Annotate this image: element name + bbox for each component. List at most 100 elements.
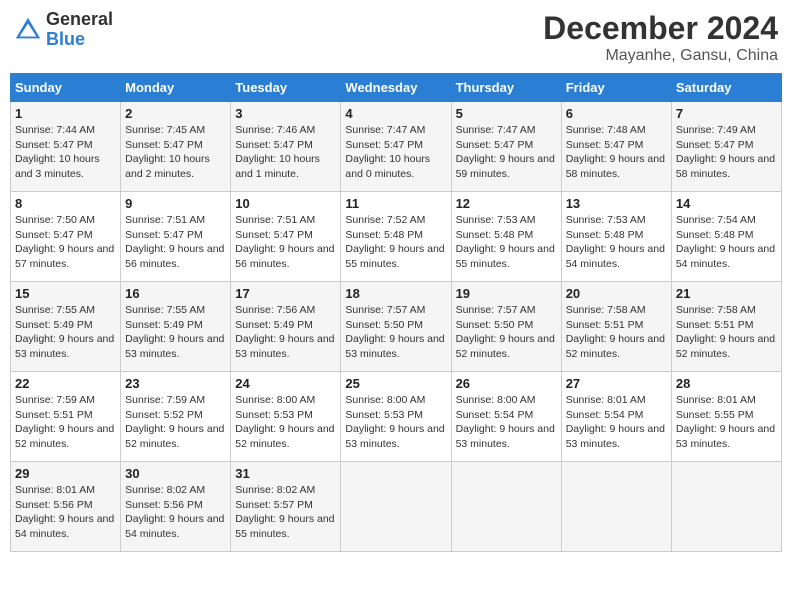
calendar-week-row: 1 Sunrise: 7:44 AM Sunset: 5:47 PM Dayli… [11,102,782,192]
table-row: 14 Sunrise: 7:54 AM Sunset: 5:48 PM Dayl… [671,192,781,282]
table-row: 9 Sunrise: 7:51 AM Sunset: 5:47 PM Dayli… [121,192,231,282]
day-info: Sunrise: 8:01 AM Sunset: 5:56 PM Dayligh… [15,483,116,542]
day-number: 21 [676,286,777,301]
day-info: Sunrise: 7:49 AM Sunset: 5:47 PM Dayligh… [676,123,777,182]
logo-general: General [46,10,113,30]
day-number: 6 [566,106,667,121]
table-row: 25 Sunrise: 8:00 AM Sunset: 5:53 PM Dayl… [341,372,451,462]
day-number: 31 [235,466,336,481]
day-info: Sunrise: 7:45 AM Sunset: 5:47 PM Dayligh… [125,123,226,182]
day-number: 30 [125,466,226,481]
month-title: December 2024 [543,10,778,47]
day-info: Sunrise: 7:46 AM Sunset: 5:47 PM Dayligh… [235,123,336,182]
table-row: 4 Sunrise: 7:47 AM Sunset: 5:47 PM Dayli… [341,102,451,192]
day-info: Sunrise: 7:58 AM Sunset: 5:51 PM Dayligh… [566,303,667,362]
day-number: 22 [15,376,116,391]
day-number: 10 [235,196,336,211]
table-row: 27 Sunrise: 8:01 AM Sunset: 5:54 PM Dayl… [561,372,671,462]
title-block: December 2024 Mayanhe, Gansu, China [543,10,778,65]
table-row: 28 Sunrise: 8:01 AM Sunset: 5:55 PM Dayl… [671,372,781,462]
page-header: General Blue December 2024 Mayanhe, Gans… [10,10,782,65]
calendar-week-row: 15 Sunrise: 7:55 AM Sunset: 5:49 PM Dayl… [11,282,782,372]
day-number: 19 [456,286,557,301]
day-info: Sunrise: 7:52 AM Sunset: 5:48 PM Dayligh… [345,213,446,272]
day-number: 12 [456,196,557,211]
day-number: 7 [676,106,777,121]
day-number: 20 [566,286,667,301]
col-thursday: Thursday [451,74,561,102]
day-number: 1 [15,106,116,121]
logo: General Blue [14,10,113,50]
table-row: 10 Sunrise: 7:51 AM Sunset: 5:47 PM Dayl… [231,192,341,282]
day-info: Sunrise: 8:01 AM Sunset: 5:54 PM Dayligh… [566,393,667,452]
day-info: Sunrise: 7:54 AM Sunset: 5:48 PM Dayligh… [676,213,777,272]
table-row: 11 Sunrise: 7:52 AM Sunset: 5:48 PM Dayl… [341,192,451,282]
col-sunday: Sunday [11,74,121,102]
calendar-header-row: Sunday Monday Tuesday Wednesday Thursday… [11,74,782,102]
table-row: 7 Sunrise: 7:49 AM Sunset: 5:47 PM Dayli… [671,102,781,192]
day-number: 26 [456,376,557,391]
day-info: Sunrise: 7:48 AM Sunset: 5:47 PM Dayligh… [566,123,667,182]
table-row: 6 Sunrise: 7:48 AM Sunset: 5:47 PM Dayli… [561,102,671,192]
day-info: Sunrise: 8:02 AM Sunset: 5:57 PM Dayligh… [235,483,336,542]
day-info: Sunrise: 7:58 AM Sunset: 5:51 PM Dayligh… [676,303,777,362]
day-number: 13 [566,196,667,211]
table-row: 29 Sunrise: 8:01 AM Sunset: 5:56 PM Dayl… [11,462,121,552]
calendar-week-row: 8 Sunrise: 7:50 AM Sunset: 5:47 PM Dayli… [11,192,782,282]
day-number: 9 [125,196,226,211]
day-info: Sunrise: 7:57 AM Sunset: 5:50 PM Dayligh… [345,303,446,362]
day-info: Sunrise: 7:55 AM Sunset: 5:49 PM Dayligh… [125,303,226,362]
table-row: 24 Sunrise: 8:00 AM Sunset: 5:53 PM Dayl… [231,372,341,462]
day-info: Sunrise: 8:02 AM Sunset: 5:56 PM Dayligh… [125,483,226,542]
table-row: 22 Sunrise: 7:59 AM Sunset: 5:51 PM Dayl… [11,372,121,462]
table-row: 15 Sunrise: 7:55 AM Sunset: 5:49 PM Dayl… [11,282,121,372]
day-number: 8 [15,196,116,211]
day-number: 29 [15,466,116,481]
day-number: 3 [235,106,336,121]
day-number: 11 [345,196,446,211]
day-number: 2 [125,106,226,121]
day-number: 23 [125,376,226,391]
day-info: Sunrise: 7:59 AM Sunset: 5:52 PM Dayligh… [125,393,226,452]
table-row: 23 Sunrise: 7:59 AM Sunset: 5:52 PM Dayl… [121,372,231,462]
col-monday: Monday [121,74,231,102]
day-info: Sunrise: 7:57 AM Sunset: 5:50 PM Dayligh… [456,303,557,362]
table-row: 31 Sunrise: 8:02 AM Sunset: 5:57 PM Dayl… [231,462,341,552]
table-row: 12 Sunrise: 7:53 AM Sunset: 5:48 PM Dayl… [451,192,561,282]
col-saturday: Saturday [671,74,781,102]
table-row: 20 Sunrise: 7:58 AM Sunset: 5:51 PM Dayl… [561,282,671,372]
table-row: 3 Sunrise: 7:46 AM Sunset: 5:47 PM Dayli… [231,102,341,192]
day-info: Sunrise: 7:51 AM Sunset: 5:47 PM Dayligh… [125,213,226,272]
day-info: Sunrise: 7:47 AM Sunset: 5:47 PM Dayligh… [345,123,446,182]
day-number: 18 [345,286,446,301]
day-number: 5 [456,106,557,121]
day-info: Sunrise: 7:53 AM Sunset: 5:48 PM Dayligh… [456,213,557,272]
table-row [671,462,781,552]
logo-text: General Blue [46,10,113,50]
table-row [451,462,561,552]
table-row: 8 Sunrise: 7:50 AM Sunset: 5:47 PM Dayli… [11,192,121,282]
day-info: Sunrise: 7:50 AM Sunset: 5:47 PM Dayligh… [15,213,116,272]
day-info: Sunrise: 7:56 AM Sunset: 5:49 PM Dayligh… [235,303,336,362]
day-info: Sunrise: 7:47 AM Sunset: 5:47 PM Dayligh… [456,123,557,182]
day-number: 24 [235,376,336,391]
day-info: Sunrise: 7:51 AM Sunset: 5:47 PM Dayligh… [235,213,336,272]
calendar-week-row: 29 Sunrise: 8:01 AM Sunset: 5:56 PM Dayl… [11,462,782,552]
day-number: 14 [676,196,777,211]
table-row: 1 Sunrise: 7:44 AM Sunset: 5:47 PM Dayli… [11,102,121,192]
day-info: Sunrise: 8:01 AM Sunset: 5:55 PM Dayligh… [676,393,777,452]
table-row: 17 Sunrise: 7:56 AM Sunset: 5:49 PM Dayl… [231,282,341,372]
table-row: 21 Sunrise: 7:58 AM Sunset: 5:51 PM Dayl… [671,282,781,372]
logo-blue: Blue [46,30,113,50]
table-row [341,462,451,552]
col-wednesday: Wednesday [341,74,451,102]
table-row: 5 Sunrise: 7:47 AM Sunset: 5:47 PM Dayli… [451,102,561,192]
day-number: 15 [15,286,116,301]
table-row: 16 Sunrise: 7:55 AM Sunset: 5:49 PM Dayl… [121,282,231,372]
day-number: 17 [235,286,336,301]
table-row: 26 Sunrise: 8:00 AM Sunset: 5:54 PM Dayl… [451,372,561,462]
day-info: Sunrise: 8:00 AM Sunset: 5:53 PM Dayligh… [345,393,446,452]
day-number: 4 [345,106,446,121]
table-row: 2 Sunrise: 7:45 AM Sunset: 5:47 PM Dayli… [121,102,231,192]
col-friday: Friday [561,74,671,102]
